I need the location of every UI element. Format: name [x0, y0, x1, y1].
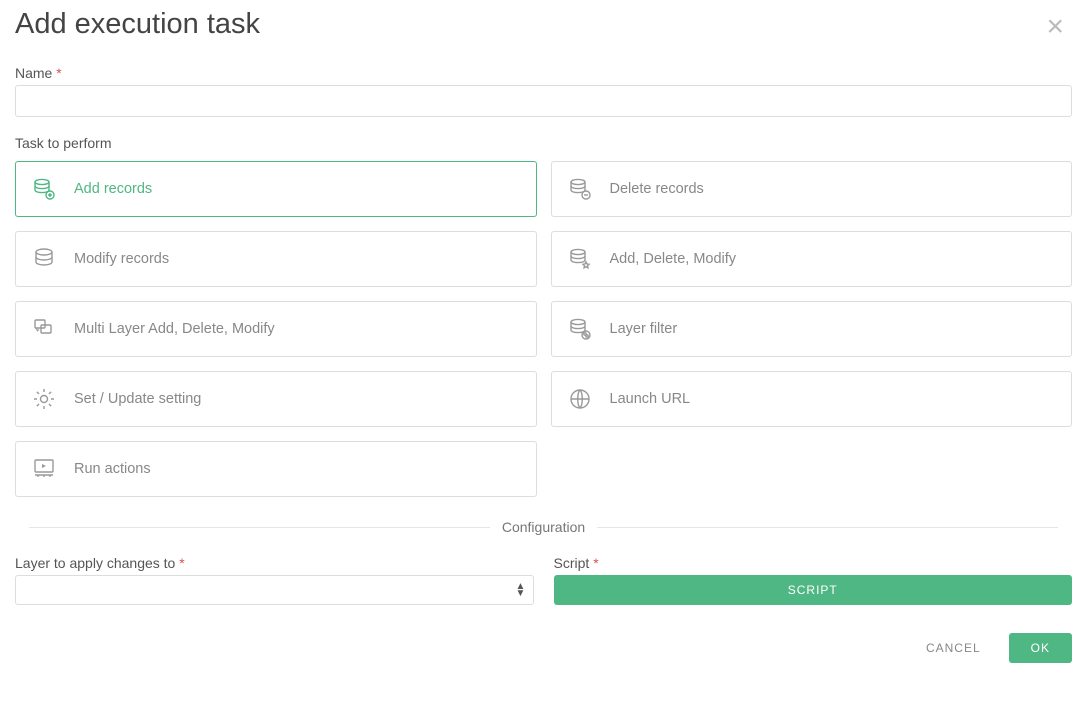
dialog-title: Add execution task — [15, 8, 260, 41]
task-label-text: Layer filter — [610, 321, 678, 337]
script-label: Script * — [554, 555, 1073, 571]
layer-select[interactable] — [15, 575, 534, 605]
ok-button[interactable]: OK — [1009, 633, 1072, 663]
task-label-text: Set / Update setting — [74, 391, 201, 407]
task-modify-records[interactable]: Modify records — [15, 231, 537, 287]
task-label-text: Multi Layer Add, Delete, Modify — [74, 321, 275, 337]
gear-icon — [32, 387, 56, 411]
task-label-text: Modify records — [74, 251, 169, 267]
task-launch-url[interactable]: Launch URL — [551, 371, 1073, 427]
database-filter-icon — [568, 317, 592, 341]
task-label-text: Add, Delete, Modify — [610, 251, 737, 267]
configuration-divider: Configuration — [29, 519, 1058, 535]
task-add-delete-modify[interactable]: Add, Delete, Modify — [551, 231, 1073, 287]
task-set-update-setting[interactable]: Set / Update setting — [15, 371, 537, 427]
name-label: Name * — [15, 65, 1072, 81]
multi-layer-icon — [32, 317, 56, 341]
script-button[interactable]: SCRIPT — [554, 575, 1073, 605]
task-multi-layer[interactable]: Multi Layer Add, Delete, Modify — [15, 301, 537, 357]
task-layer-filter[interactable]: Layer filter — [551, 301, 1073, 357]
database-minus-icon — [568, 177, 592, 201]
task-label-text: Delete records — [610, 181, 704, 197]
database-star-icon — [568, 247, 592, 271]
task-label: Task to perform — [15, 135, 1072, 151]
task-label-text: Add records — [74, 181, 152, 197]
database-edit-icon — [32, 247, 56, 271]
task-run-actions[interactable]: Run actions — [15, 441, 537, 497]
globe-icon — [568, 387, 592, 411]
task-grid: Add records Delete records Modify record… — [15, 161, 1072, 497]
run-actions-icon — [32, 457, 56, 481]
layer-label: Layer to apply changes to * — [15, 555, 534, 571]
task-label-text: Run actions — [74, 461, 151, 477]
task-delete-records[interactable]: Delete records — [551, 161, 1073, 217]
close-icon[interactable]: × — [1038, 8, 1072, 46]
name-input[interactable] — [15, 85, 1072, 117]
task-label-text: Launch URL — [610, 391, 691, 407]
cancel-button[interactable]: CANCEL — [922, 633, 985, 663]
database-plus-icon — [32, 177, 56, 201]
task-add-records[interactable]: Add records — [15, 161, 537, 217]
